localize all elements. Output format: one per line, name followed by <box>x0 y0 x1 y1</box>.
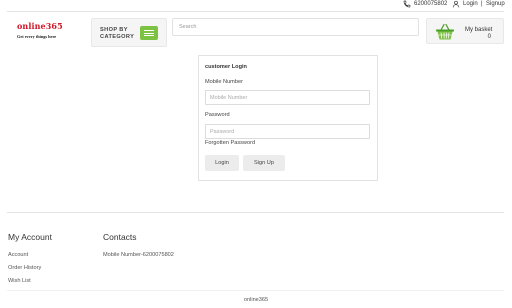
password-label: Password <box>205 112 230 118</box>
footer-contacts-heading: Contacts <box>103 232 137 242</box>
footer-contact-mobile: Mobile Number-6200075802 <box>103 252 174 258</box>
footer-divider <box>7 212 504 213</box>
top-divider <box>7 11 504 12</box>
top-bar: 6200075802 Login | Signup <box>0 0 512 10</box>
mobile-number-input[interactable] <box>205 90 370 105</box>
basket-button[interactable]: My basket 0 <box>426 18 504 44</box>
shop-by-category-button[interactable]: SHOP BY CATEGORY <box>91 18 167 47</box>
shop-by-category-label: SHOP BY CATEGORY <box>100 27 135 40</box>
footer-link-order-history[interactable]: Order History <box>8 265 41 271</box>
logo-tagline: Get every things here <box>17 34 57 39</box>
copyright-text: online365 <box>243 297 269 303</box>
basket-count: 0 <box>487 34 491 40</box>
site-logo[interactable]: online365 Get every things here <box>17 21 77 39</box>
top-signup-link[interactable]: Signup <box>486 0 505 8</box>
footer-account-heading: My Account <box>8 232 52 242</box>
copyright-divider <box>7 290 504 291</box>
footer-link-account[interactable]: Account <box>8 252 28 258</box>
search-input[interactable] <box>172 18 419 36</box>
forgot-password-link[interactable]: Forgotten Password <box>205 140 255 146</box>
user-icon <box>452 0 460 8</box>
login-title: customer Login <box>205 64 247 70</box>
phone-icon <box>403 0 411 8</box>
top-login-link[interactable]: Login <box>463 0 478 8</box>
logo-name: online365 <box>17 21 63 31</box>
password-input[interactable] <box>205 124 370 139</box>
basket-label: My basket <box>465 27 493 33</box>
hamburger-menu-icon[interactable] <box>140 26 158 40</box>
footer-link-wish-list[interactable]: Wish List <box>8 278 31 284</box>
login-button[interactable]: Login <box>205 155 239 171</box>
signup-button[interactable]: Sign Up <box>243 155 285 171</box>
top-separator: | <box>481 1 483 7</box>
mobile-number-label: Mobile Number <box>205 79 243 85</box>
top-phone-number: 6200075802 <box>414 1 448 7</box>
basket-icon <box>436 23 454 40</box>
login-card: customer Login Mobile Number Password Fo… <box>198 55 378 181</box>
